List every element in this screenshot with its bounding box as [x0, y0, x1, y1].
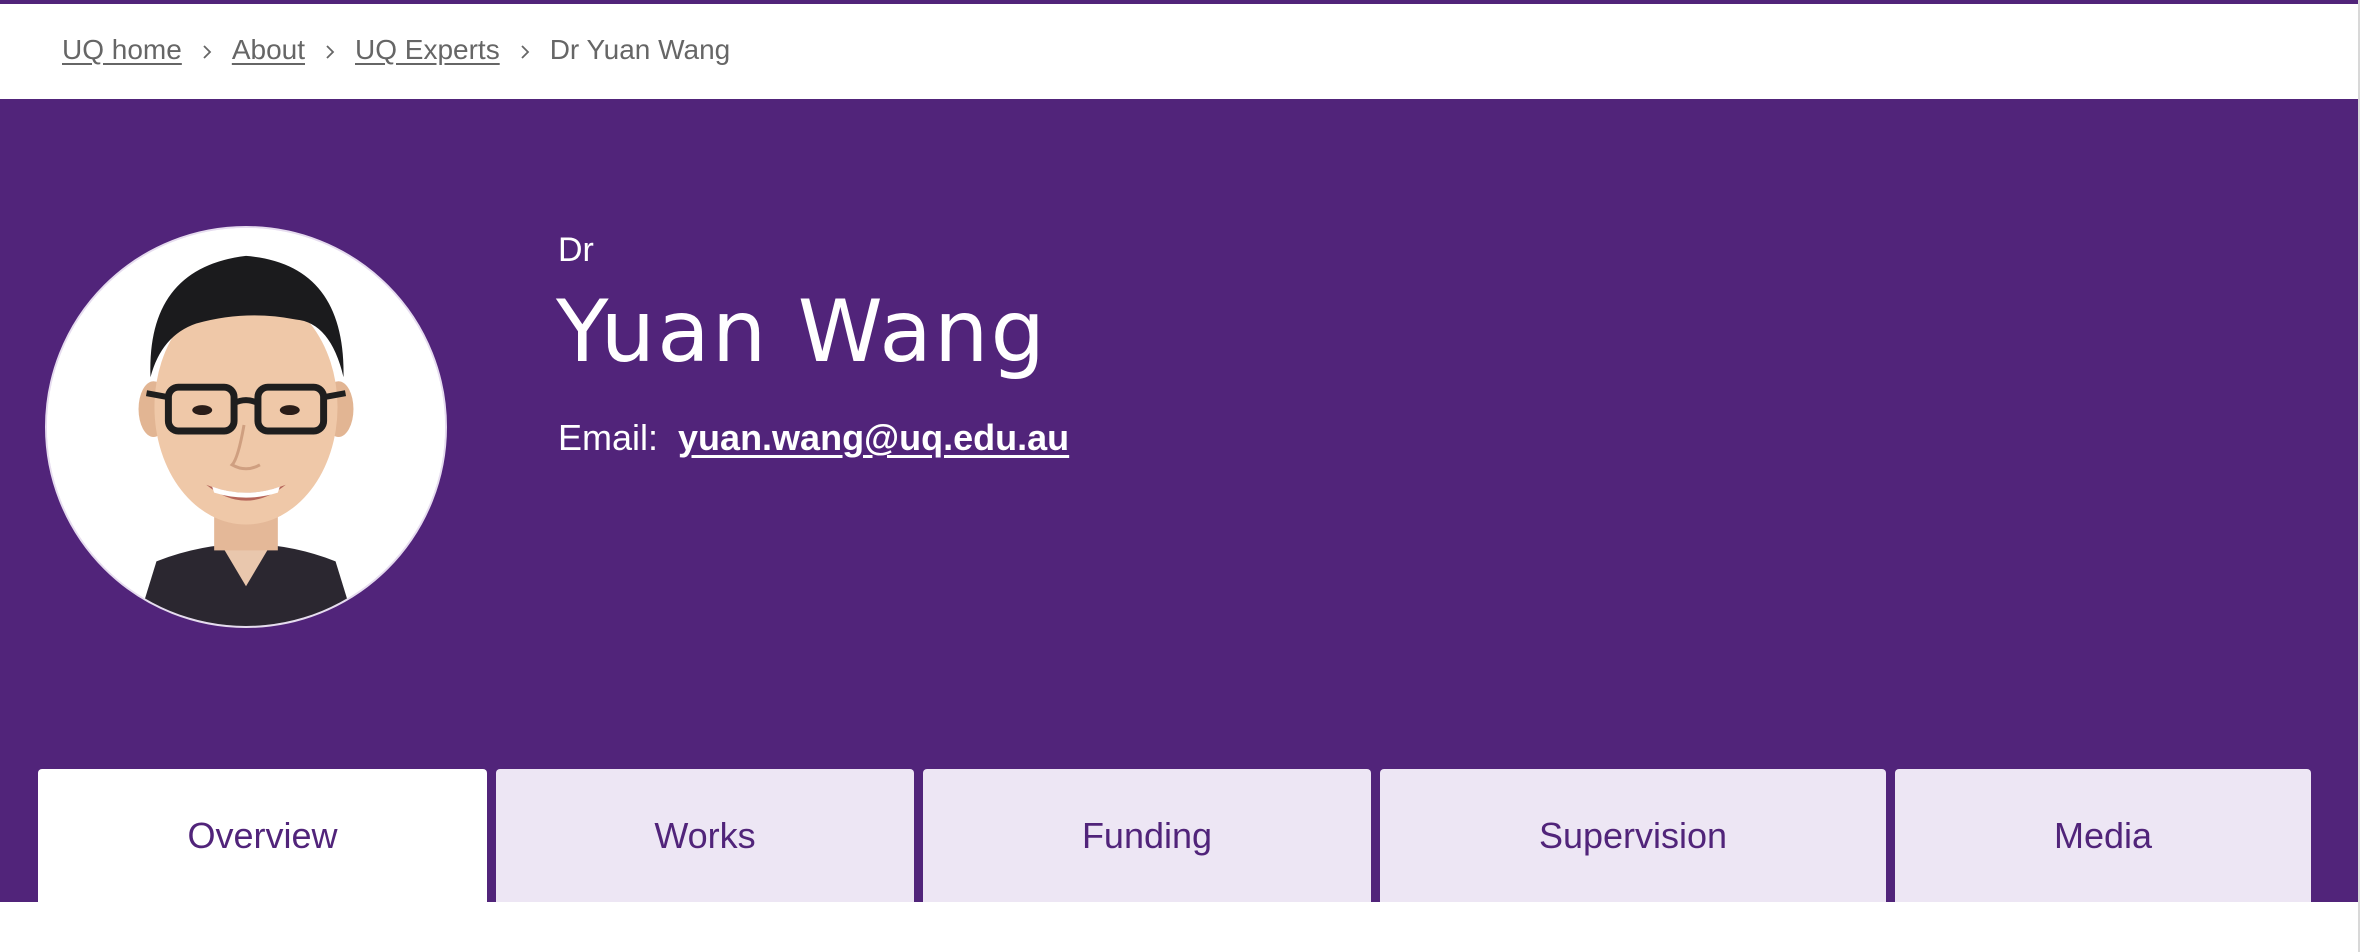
- breadcrumb-link-uq-home[interactable]: UQ home: [62, 34, 182, 66]
- breadcrumb: UQ home About UQ Experts Dr Yuan Wang: [62, 28, 730, 72]
- profile-name: Yuan Wang: [556, 282, 1048, 382]
- chevron-right-icon: [305, 34, 355, 66]
- breadcrumb-link-uq-experts[interactable]: UQ Experts: [355, 34, 500, 66]
- profile-honorific: Dr: [558, 231, 594, 269]
- avatar: [45, 226, 447, 628]
- tab-overview[interactable]: Overview: [38, 769, 487, 902]
- email-row: Email: yuan.wang@uq.edu.au: [558, 417, 1069, 459]
- chevron-right-icon: [500, 34, 550, 66]
- tab-supervision[interactable]: Supervision: [1380, 769, 1886, 902]
- top-accent-bar: [0, 0, 2358, 4]
- profile-tabs: Overview Works Funding Supervision Media: [38, 769, 2311, 902]
- tab-works[interactable]: Works: [496, 769, 914, 902]
- email-link[interactable]: yuan.wang@uq.edu.au: [678, 417, 1069, 459]
- chevron-right-icon: [182, 34, 232, 66]
- profile-hero: Dr Yuan Wang Email: yuan.wang@uq.edu.au …: [0, 99, 2358, 902]
- tab-media[interactable]: Media: [1895, 769, 2311, 902]
- tab-funding[interactable]: Funding: [923, 769, 1371, 902]
- page: UQ home About UQ Experts Dr Yuan Wang Dr…: [0, 0, 2368, 952]
- email-label: Email:: [558, 417, 659, 458]
- breadcrumb-link-about[interactable]: About: [232, 34, 305, 66]
- vertical-scrollbar[interactable]: [2358, 0, 2368, 952]
- breadcrumb-current: Dr Yuan Wang: [549, 34, 731, 65]
- profile-photo: [47, 228, 445, 626]
